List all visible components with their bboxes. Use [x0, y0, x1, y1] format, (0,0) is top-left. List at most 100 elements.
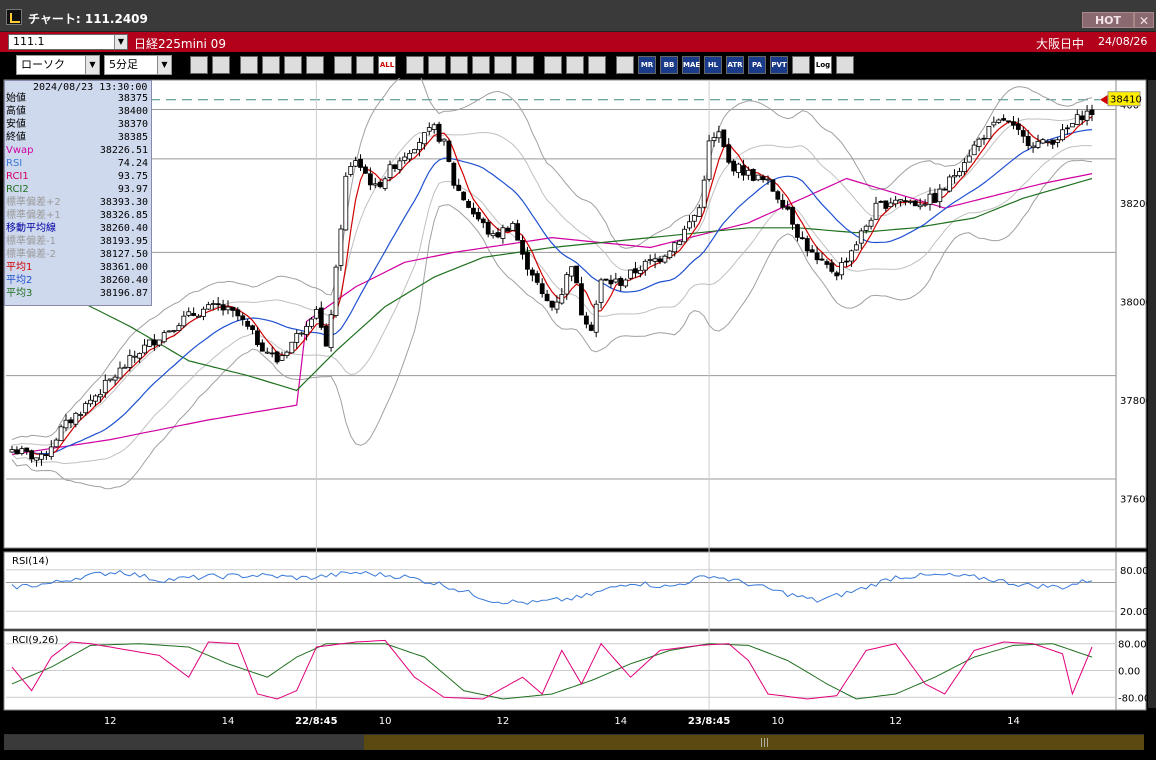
info-value: 93.97: [117, 184, 148, 195]
candle-body: [1006, 120, 1011, 123]
scroll-grip-icon[interactable]: |||: [760, 738, 769, 748]
candle-body: [151, 339, 157, 346]
export-icon[interactable]: [836, 56, 854, 74]
symbol-code-select[interactable]: 111.1 ▼: [8, 34, 128, 50]
candle-body: [205, 304, 211, 310]
eraser-icon[interactable]: [428, 56, 446, 74]
candle-body: [731, 160, 737, 172]
candle-body: [397, 160, 403, 171]
bb-icon[interactable]: BB: [660, 56, 678, 74]
crosshair-icon[interactable]: [212, 56, 230, 74]
para-icon[interactable]: PA RA: [748, 56, 766, 85]
log-icon[interactable]: Log: [814, 56, 832, 74]
grid-icon[interactable]: [544, 56, 562, 74]
zoom-icon[interactable]: [190, 56, 208, 74]
info-value: 38375: [117, 93, 148, 104]
time-scrollbar[interactable]: |||: [4, 734, 1144, 751]
candle-body: [156, 339, 162, 346]
chevron-down-icon[interactable]: ▼: [114, 35, 127, 49]
candle-body: [618, 277, 624, 286]
all-icon[interactable]: ALL: [378, 56, 396, 74]
chart-type-select[interactable]: ローソク ▼: [16, 55, 100, 75]
vertical-scrollbar[interactable]: [1148, 80, 1156, 708]
candle-body: [588, 324, 594, 331]
atr-icon[interactable]: ATR: [726, 56, 744, 74]
candle-body: [760, 176, 766, 181]
close-icon[interactable]: ✕: [1134, 12, 1154, 28]
scroll-overview[interactable]: [4, 735, 364, 751]
candle-body: [839, 262, 845, 276]
info-row: 終値 38385: [5, 132, 151, 144]
candle-body: [790, 206, 795, 225]
volume-profile-icon[interactable]: [616, 56, 634, 74]
candle-body: [1011, 121, 1016, 126]
toolbar: ローソク ▼ 5分足 ▼ ALL MRBBMAEHLATRPA RAPVT Log: [0, 52, 1156, 85]
chevron-down-icon[interactable]: ▼: [85, 56, 99, 74]
candle-body: [29, 450, 35, 460]
candle-body: [706, 140, 712, 180]
buy-sell-icon[interactable]: [284, 56, 302, 74]
palette-icon[interactable]: [588, 56, 606, 74]
candle-body: [250, 325, 255, 331]
time-tick-label: 14: [614, 716, 627, 727]
candle-body: [73, 412, 79, 425]
price-panel-icon[interactable]: [262, 56, 280, 74]
candle-body: [937, 188, 943, 203]
rci-tick-label: -80.00: [1118, 693, 1150, 704]
candle-body: [898, 199, 903, 202]
lock-icon[interactable]: [306, 56, 324, 74]
chevron-down-icon[interactable]: ▼: [157, 56, 171, 74]
candle-body: [1025, 135, 1031, 146]
candle-body: [309, 318, 314, 327]
candle-body: [569, 266, 575, 277]
candle-body: [804, 238, 810, 252]
rsi-tick-label: 80.00: [1120, 566, 1149, 577]
info-label: 始値: [6, 93, 26, 104]
candle-body: [785, 206, 791, 210]
candle-body: [19, 448, 25, 454]
trash-icon[interactable]: [516, 56, 534, 74]
mae-icon[interactable]: MAE: [682, 56, 700, 74]
wrench-icon[interactable]: [566, 56, 584, 74]
candle-body: [932, 192, 938, 203]
mr-icon[interactable]: MR: [638, 56, 656, 74]
document-icon[interactable]: [494, 56, 512, 74]
candle-body: [1060, 129, 1065, 141]
candle-body: [39, 453, 44, 460]
candle-body: [991, 121, 997, 126]
candlestick-chart[interactable]: 376003780038000382004003841080.0020.00RS…: [0, 78, 1156, 738]
title-bar[interactable]: チャート: 111.2409 HOT ✕: [0, 0, 1156, 32]
symbol-bar: 111.1 ▼ 日経225mini 09 大阪日中 24/08/26: [0, 32, 1156, 52]
candle-body: [711, 137, 717, 142]
candle-body: [652, 258, 658, 262]
candle-body: [795, 224, 800, 238]
cursor-icon[interactable]: [450, 56, 468, 74]
ohlc-info-panel: 2024/08/23 13:30:00 始値 38375 高値 38400 安値 3837…: [4, 80, 152, 306]
info-row: 平均2 38260.40: [5, 275, 151, 287]
interval-select[interactable]: 5分足 ▼: [104, 55, 172, 75]
hot-button[interactable]: HOT: [1082, 12, 1134, 28]
pencil-icon[interactable]: [406, 56, 424, 74]
candle-body: [780, 199, 786, 208]
pvt-icon[interactable]: PVT: [770, 56, 788, 74]
candle-body: [1074, 114, 1080, 125]
rsi-tick-label: 20.00: [1120, 607, 1149, 618]
candle-body: [466, 200, 471, 208]
time-tick-label: 10: [379, 716, 392, 727]
curve-icon[interactable]: [472, 56, 490, 74]
candle-body: [215, 303, 221, 306]
candle-body: [647, 259, 653, 261]
candle-body: [971, 144, 977, 156]
candle-sell-icon[interactable]: [240, 56, 258, 74]
candle-body: [549, 300, 555, 308]
candle-color-icon[interactable]: [356, 56, 374, 74]
info-value: 38193.95: [99, 236, 148, 247]
candle-body: [736, 163, 741, 173]
candle-body: [78, 414, 84, 416]
chart-window: チャート: 111.2409 HOT ✕ 111.1 ▼ 日経225mini 0…: [0, 0, 1156, 760]
info-label: 標準偏差+2: [6, 197, 61, 208]
window-icon[interactable]: [792, 56, 810, 74]
candle-body: [191, 313, 197, 316]
candle-style-icon[interactable]: [334, 56, 352, 74]
hl-icon[interactable]: HL: [704, 56, 722, 74]
